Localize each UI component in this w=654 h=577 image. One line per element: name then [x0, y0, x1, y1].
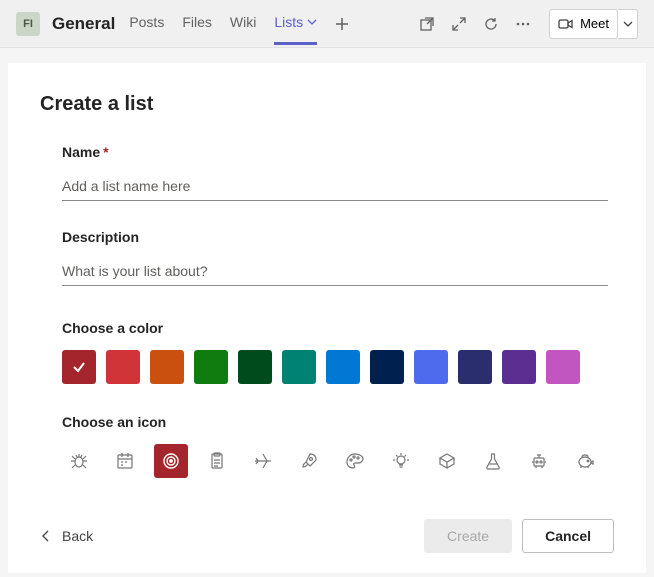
description-label: Description [62, 229, 608, 245]
icon-option-airplane[interactable] [246, 444, 280, 478]
color-swatch-green[interactable] [194, 350, 228, 384]
description-input[interactable] [62, 257, 608, 286]
dialog-footer: Back Create Cancel [40, 519, 614, 553]
popout-icon[interactable] [419, 16, 435, 32]
tab-lists-label: Lists [274, 14, 303, 30]
name-input[interactable] [62, 172, 608, 201]
icon-option-calendar[interactable] [108, 444, 142, 478]
tabstrip: Posts Files Wiki Lists [129, 2, 349, 45]
tab-files[interactable]: Files [182, 2, 212, 45]
channel-name: General [52, 14, 115, 34]
team-avatar[interactable]: FI [16, 12, 40, 36]
topbar-actions: Meet [419, 9, 638, 39]
meet-button-group: Meet [549, 9, 638, 39]
back-button[interactable]: Back [40, 528, 93, 544]
icon-option-target[interactable] [154, 444, 188, 478]
icon-option-rocket[interactable] [292, 444, 326, 478]
chevron-down-icon [307, 17, 317, 27]
topbar: FI General Posts Files Wiki Lists Meet [0, 0, 654, 48]
color-swatch-dark-blue[interactable] [370, 350, 404, 384]
cancel-button[interactable]: Cancel [522, 519, 614, 553]
create-list-dialog: Create a list Name* Description Choose a… [8, 63, 646, 573]
color-swatch-indigo[interactable] [414, 350, 448, 384]
name-label: Name* [62, 144, 608, 160]
add-tab-button[interactable] [335, 17, 349, 31]
video-icon [558, 18, 574, 30]
icon-option-palette[interactable] [338, 444, 372, 478]
meet-button[interactable]: Meet [549, 9, 618, 39]
required-indicator: * [103, 144, 108, 160]
icon-option-flask[interactable] [476, 444, 510, 478]
color-section-label: Choose a color [62, 320, 608, 336]
icon-options [62, 444, 608, 478]
refresh-icon[interactable] [483, 16, 499, 32]
back-label: Back [62, 528, 93, 544]
color-swatches [62, 350, 608, 384]
color-swatch-purple[interactable] [502, 350, 536, 384]
tab-posts[interactable]: Posts [129, 2, 164, 45]
icon-option-robot[interactable] [522, 444, 556, 478]
meet-label: Meet [580, 16, 609, 31]
color-swatch-dark-green[interactable] [238, 350, 272, 384]
icon-option-lightbulb[interactable] [384, 444, 418, 478]
more-icon[interactable] [515, 16, 531, 32]
dialog-title: Create a list [40, 93, 614, 116]
icon-option-piggy-bank[interactable] [568, 444, 602, 478]
color-swatch-navy[interactable] [458, 350, 492, 384]
tab-lists[interactable]: Lists [274, 2, 317, 45]
expand-icon[interactable] [451, 16, 467, 32]
icon-section-label: Choose an icon [62, 414, 608, 430]
color-swatch-orange[interactable] [150, 350, 184, 384]
chevron-left-icon [40, 529, 52, 543]
color-swatch-blue[interactable] [326, 350, 360, 384]
icon-option-cube[interactable] [430, 444, 464, 478]
color-swatch-teal[interactable] [282, 350, 316, 384]
meet-dropdown-button[interactable] [618, 9, 638, 39]
tab-wiki[interactable]: Wiki [230, 2, 256, 45]
color-swatch-red[interactable] [106, 350, 140, 384]
color-swatch-pink[interactable] [546, 350, 580, 384]
create-button[interactable]: Create [424, 519, 512, 553]
color-swatch-dark-red[interactable] [62, 350, 96, 384]
icon-option-clipboard[interactable] [200, 444, 234, 478]
icon-option-bug[interactable] [62, 444, 96, 478]
